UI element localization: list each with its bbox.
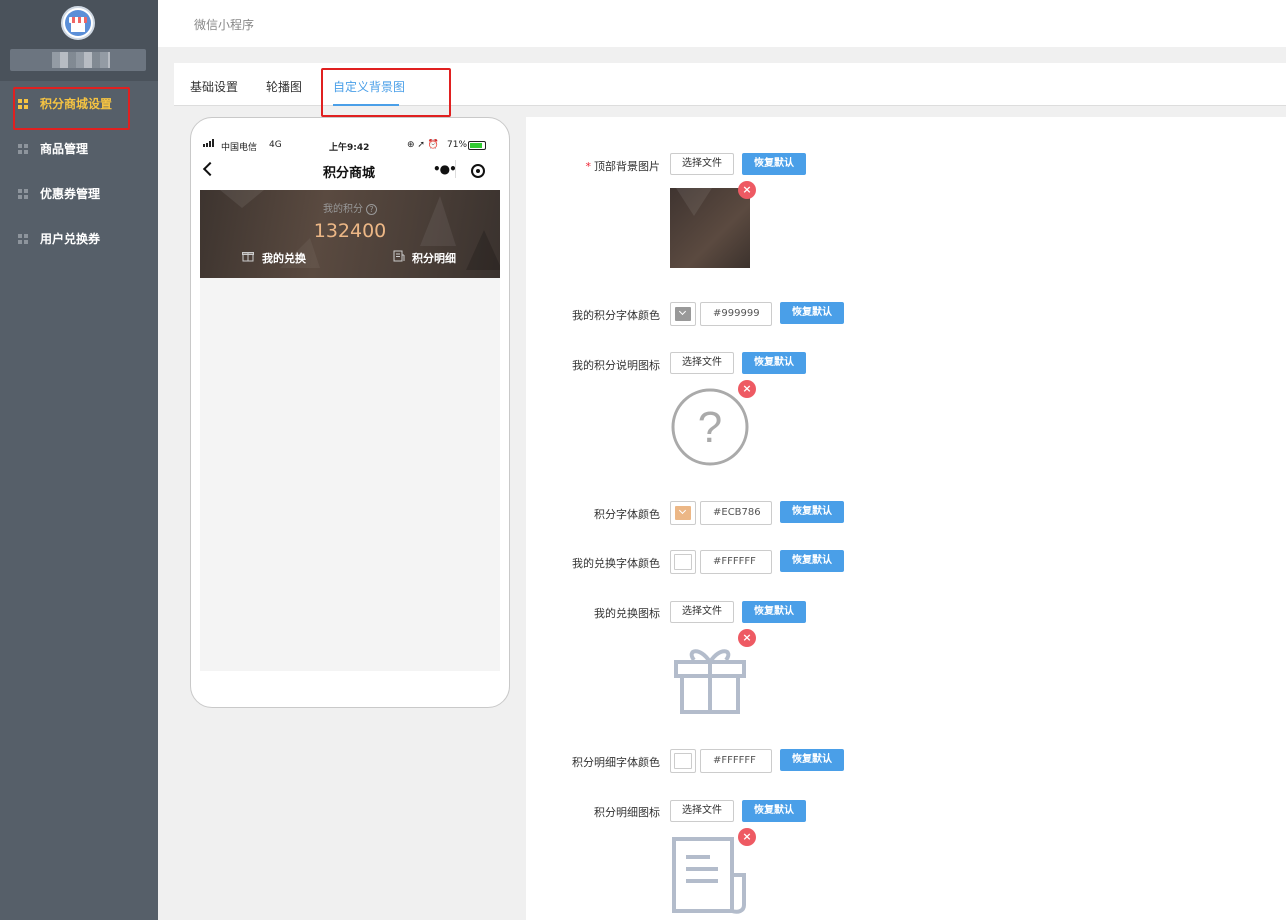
close-target-icon[interactable] (471, 164, 485, 178)
color-picker-swatch[interactable] (670, 550, 696, 574)
sidebar-item-products[interactable]: 商品管理 (0, 127, 158, 171)
gift-icon (242, 250, 254, 262)
sidebar-item-user-vouchers[interactable]: 用户兑换券 (0, 217, 158, 261)
tab-carousel[interactable]: 轮播图 (266, 78, 302, 95)
color-hex-input[interactable]: #FFFFFF (700, 550, 772, 574)
color-hex-input[interactable]: #ECB786 (700, 501, 772, 525)
reset-default-button[interactable]: 恢复默认 (742, 153, 806, 175)
my-exchange-link[interactable]: 我的兑换 (262, 250, 306, 266)
color-hex-input[interactable]: #FFFFFF (700, 749, 772, 773)
my-points-color-label: 我的积分字体颜色 (572, 309, 660, 322)
color-picker-swatch[interactable] (670, 749, 696, 773)
my-points-row: 我的积分? (200, 200, 500, 215)
grid-icon (18, 144, 29, 155)
delete-icon[interactable]: × (738, 181, 756, 199)
my-points-label: 我的积分 (323, 204, 363, 215)
phone-nav-bar: 积分商城 •●• (199, 156, 499, 186)
capsule-divider (455, 160, 456, 178)
more-dots-icon[interactable]: •●• (433, 162, 457, 176)
carrier-label: 中国电信 (221, 143, 258, 153)
sidebar-item-label: 优惠券管理 (40, 187, 101, 201)
reset-default-button[interactable]: 恢复默认 (742, 601, 806, 623)
sidebar-header (0, 0, 158, 81)
points-banner: 我的积分? 132400 我的兑换 积分明细 (200, 190, 500, 278)
choose-file-button[interactable]: 选择文件 (670, 601, 734, 623)
tab-basic-settings[interactable]: 基础设置 (190, 78, 238, 95)
required-mark: * (585, 160, 592, 173)
reset-default-button[interactable]: 恢复默认 (780, 749, 844, 771)
sidebar: 积分商城设置 商品管理 优惠券管理 用户兑换券 (0, 0, 158, 920)
background-image-thumbnail (670, 188, 750, 268)
question-mark-icon: ? (670, 387, 750, 467)
status-icons: ⊕ ➚ ⏰ (407, 140, 440, 150)
document-icon (393, 250, 405, 262)
store-name-blurred (10, 49, 146, 71)
reset-default-button[interactable]: 恢复默认 (780, 501, 844, 523)
detail-color-label: 积分明细字体颜色 (572, 756, 660, 769)
delete-icon[interactable]: × (738, 828, 756, 846)
points-value: 132400 (313, 220, 387, 242)
points-detail-link[interactable]: 积分明细 (412, 250, 456, 266)
reset-default-button[interactable]: 恢复默认 (780, 302, 844, 324)
clock-label: 上午9:42 (329, 143, 370, 153)
sidebar-item-label: 用户兑换券 (40, 232, 101, 246)
delete-icon[interactable]: × (738, 380, 756, 398)
phone-status-bar: 中国电信 4G 上午9:42 ⊕ ➚ ⏰ 71% (191, 118, 509, 153)
reset-default-button[interactable]: 恢复默认 (780, 550, 844, 572)
grid-icon (18, 234, 29, 245)
exchange-icon-label: 我的兑换图标 (594, 607, 660, 620)
points-help-icon-label: 我的积分说明图标 (572, 359, 660, 372)
settings-panel: * 顶部背景图片 选择文件 恢复默认 × 我的积分字体颜色 #999999 恢复默… (526, 117, 1286, 920)
svg-text:?: ? (698, 403, 722, 452)
points-color-label: 积分字体颜色 (594, 508, 660, 521)
choose-file-button[interactable]: 选择文件 (670, 153, 734, 175)
document-icon (670, 835, 750, 915)
battery-icon (468, 141, 486, 150)
sidebar-item-coupons[interactable]: 优惠券管理 (0, 172, 158, 216)
help-icon[interactable]: ? (366, 204, 377, 215)
detail-icon-label: 积分明细图标 (594, 806, 660, 819)
highlight-box (321, 68, 451, 117)
phone-preview: 中国电信 4G 上午9:42 ⊕ ➚ ⏰ 71% 积分商城 •●• 我的积分? … (190, 117, 510, 708)
exchange-color-label: 我的兑换字体颜色 (572, 557, 660, 570)
battery-label: 71% (447, 140, 468, 150)
choose-file-button[interactable]: 选择文件 (670, 352, 734, 374)
reset-default-button[interactable]: 恢复默认 (742, 352, 806, 374)
color-picker-swatch[interactable] (670, 501, 696, 525)
sidebar-item-label: 商品管理 (40, 142, 89, 156)
color-picker-swatch[interactable] (670, 302, 696, 326)
delete-icon[interactable]: × (738, 629, 756, 647)
reset-default-button[interactable]: 恢复默认 (742, 800, 806, 822)
color-hex-input[interactable]: #999999 (700, 302, 772, 326)
choose-file-button[interactable]: 选择文件 (670, 800, 734, 822)
top-header: 微信小程序 (158, 0, 1286, 47)
highlight-box (13, 87, 130, 130)
phone-content-area (200, 278, 500, 671)
store-logo (61, 6, 95, 40)
top-bg-label: * 顶部背景图片 (585, 160, 661, 173)
breadcrumb[interactable]: 微信小程序 (194, 16, 254, 33)
network-label: 4G (269, 140, 282, 150)
gift-icon (670, 636, 750, 716)
grid-icon (18, 189, 29, 200)
